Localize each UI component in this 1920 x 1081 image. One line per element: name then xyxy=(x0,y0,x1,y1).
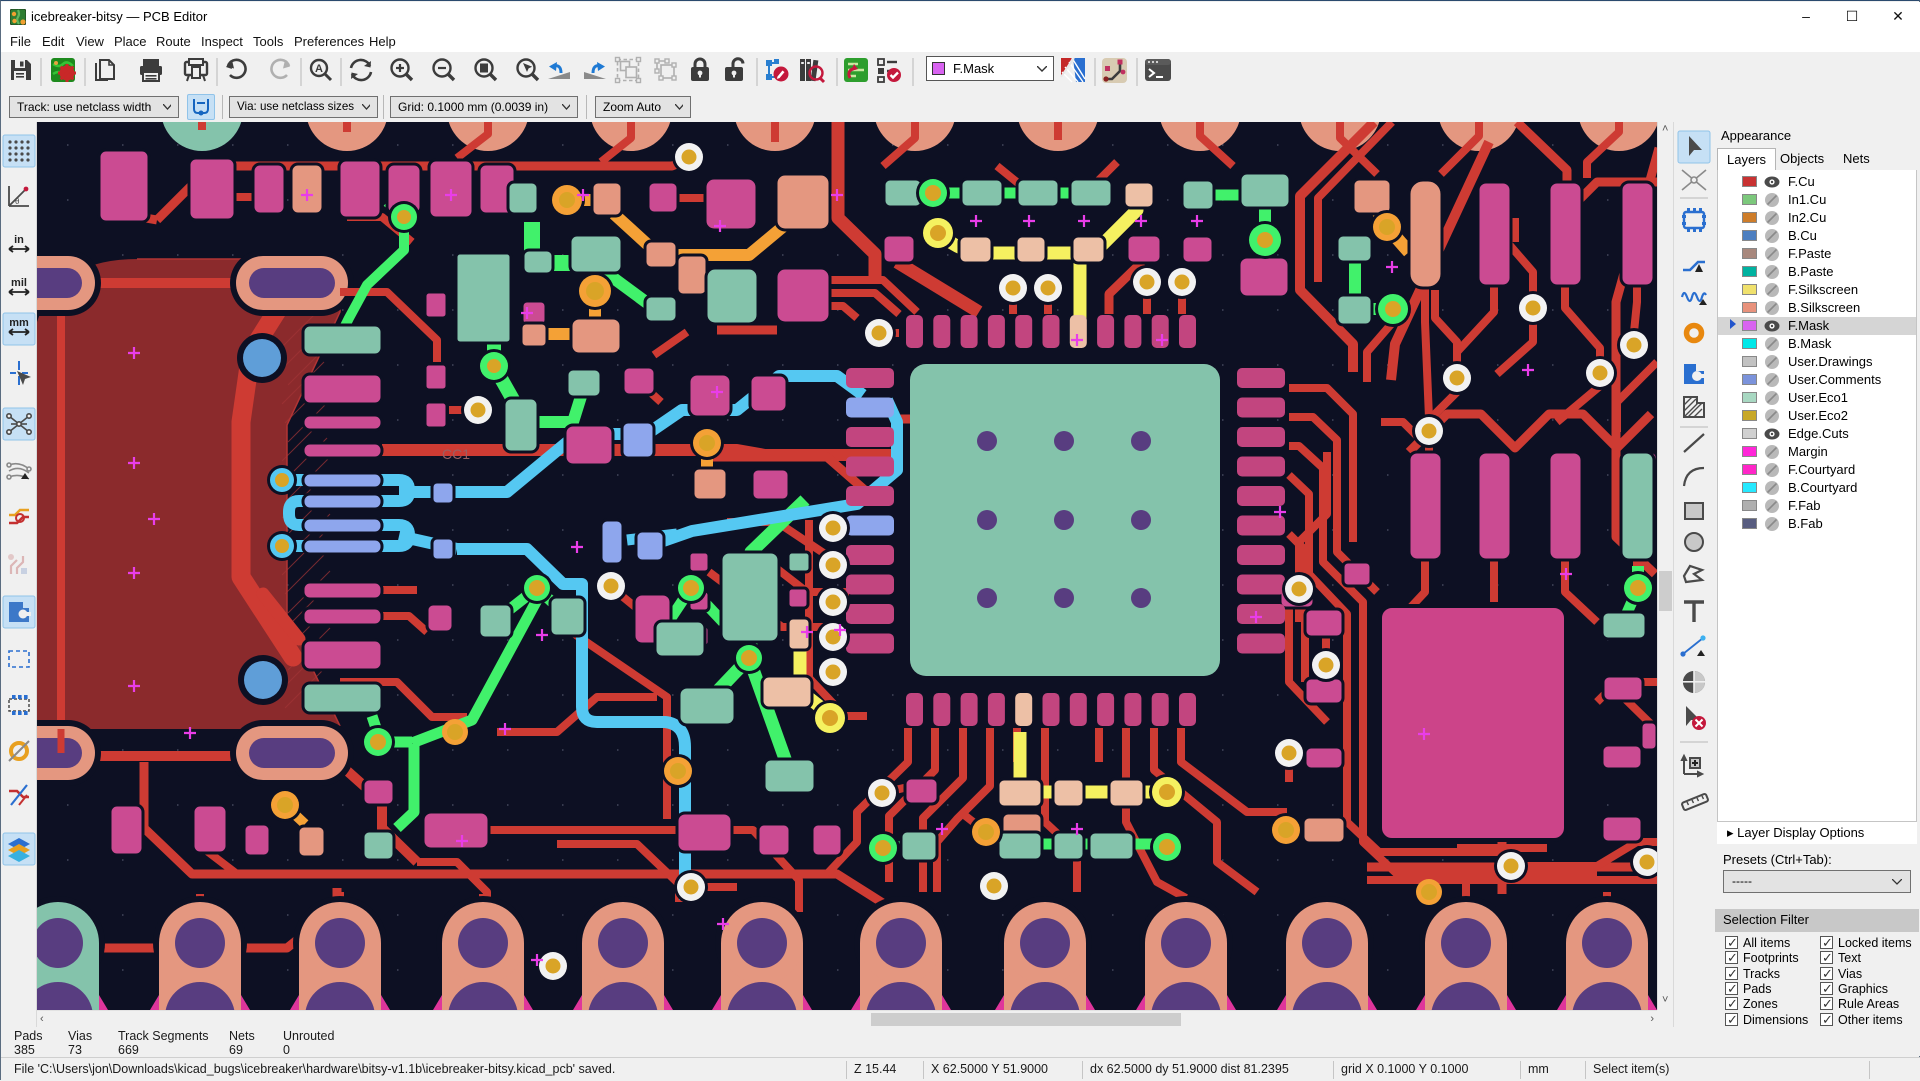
svg-text:in: in xyxy=(14,234,24,246)
svg-text:θ: θ xyxy=(15,197,20,206)
svg-text:mm: mm xyxy=(9,317,29,329)
svg-text:CC1: CC1 xyxy=(442,446,470,462)
svg-text:A: A xyxy=(315,63,323,75)
svg-text:mil: mil xyxy=(11,277,27,289)
